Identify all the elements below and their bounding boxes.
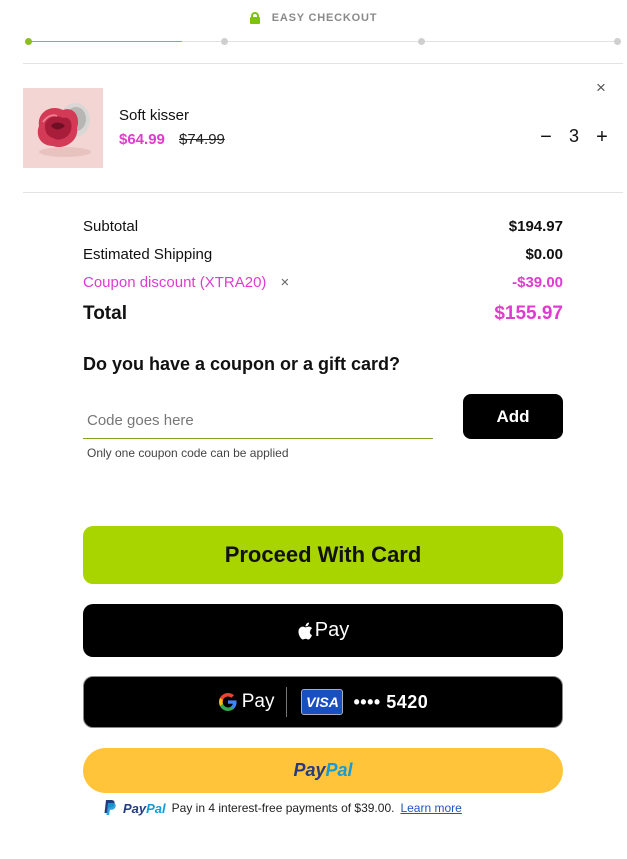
product-name[interactable]: Soft kisser (119, 107, 189, 124)
paypal-installments-text: Pay in 4 interest-free payments of $39.0… (171, 801, 395, 815)
paypal-logo: PayPal (293, 760, 352, 781)
coupon-discount-value: -$39.00 (512, 274, 563, 291)
paypal-pay-later-message: PayPal Pay in 4 interest-free payments o… (103, 800, 462, 816)
progress-fill (27, 41, 182, 42)
proceed-with-card-label: Proceed With Card (224, 542, 422, 567)
total-label: Total (83, 303, 127, 324)
remove-item-icon[interactable]: × (593, 79, 609, 96)
cart-item: Soft kisser $64.99 $74.99 × − 3 + (23, 79, 623, 168)
coupon-heading: Do you have a coupon or a gift card? (83, 354, 401, 374)
checkout-header: EASY CHECKOUT (0, 12, 627, 24)
paypal-mini-pay: Pay (123, 800, 147, 816)
google-pay-divider (286, 687, 288, 717)
visa-card-icon: VISA (301, 689, 344, 715)
google-pay-button[interactable]: Pay VISA •••• 5420 (83, 676, 563, 728)
apple-pay-button[interactable]: Pay (83, 604, 563, 657)
coupon-discount-label: Coupon discount (XTRA20) (83, 274, 267, 291)
apple-pay-label: Pay (314, 619, 350, 641)
apple-icon (298, 622, 312, 640)
divider (23, 192, 623, 193)
progress-step-1 (25, 38, 32, 45)
product-original-price: $74.99 (179, 131, 225, 148)
subtotal-value: $194.97 (508, 218, 563, 235)
progress-step-3 (418, 38, 425, 45)
paypal-icon (104, 800, 116, 815)
remove-coupon-icon[interactable]: × (280, 274, 289, 291)
shipping-row: Estimated Shipping $0.00 (83, 246, 563, 263)
coupon-discount-row: Coupon discount (XTRA20) × -$39.00 (83, 274, 563, 291)
coupon-code-input[interactable] (83, 402, 433, 439)
total-row: Total $155.97 (83, 303, 563, 325)
progress-step-2 (221, 38, 228, 45)
shipping-value: $0.00 (525, 246, 563, 263)
product-image[interactable] (23, 88, 103, 168)
learn-more-link[interactable]: Learn more (400, 801, 461, 815)
lock-icon (249, 12, 260, 24)
total-value: $155.97 (494, 303, 563, 324)
paypal-logo-pay: Pay (293, 760, 326, 780)
increase-quantity-button[interactable]: + (595, 127, 609, 147)
coupon-hint: Only one coupon code can be applied (87, 446, 289, 460)
google-pay-label: Pay (241, 691, 275, 712)
subtotal-label: Subtotal (83, 218, 139, 235)
paypal-logo-pal: Pal (325, 760, 353, 780)
google-g-icon (218, 693, 237, 711)
divider (23, 63, 623, 64)
paypal-mini-logo: PayPal (123, 801, 166, 816)
paypal-mini-pal: Pal (146, 800, 166, 816)
progress-step-4 (614, 38, 621, 45)
decrease-quantity-button[interactable]: − (539, 127, 553, 147)
shipping-label: Estimated Shipping (83, 246, 213, 263)
proceed-with-card-button[interactable]: Proceed With Card (83, 526, 563, 584)
add-coupon-button[interactable]: Add (463, 394, 563, 439)
coupon-discount-label-group: Coupon discount (XTRA20) × (83, 274, 289, 291)
masked-card-number: •••• 5420 (353, 691, 429, 712)
header-title: EASY CHECKOUT (271, 12, 378, 24)
paypal-button[interactable]: PayPal (83, 748, 563, 793)
product-price: $64.99 (119, 131, 165, 148)
quantity-stepper: − 3 + (539, 126, 609, 147)
subtotal-row: Subtotal $194.97 (83, 218, 563, 235)
quantity-value: 3 (568, 126, 579, 146)
google-pay-content: Pay VISA •••• 5420 (218, 687, 429, 717)
checkout-progress (25, 38, 621, 46)
